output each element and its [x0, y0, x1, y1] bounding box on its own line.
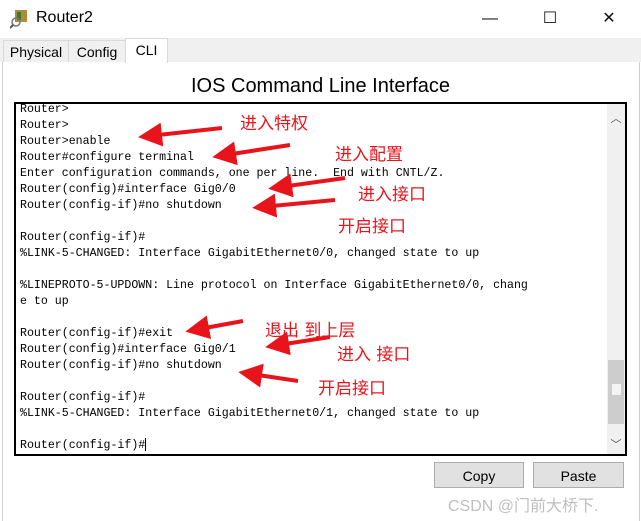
annotation-label: 开启接口: [338, 217, 406, 237]
close-button[interactable]: ✕: [586, 6, 632, 32]
tab-config[interactable]: Config: [68, 40, 126, 62]
terminal-output[interactable]: Router> Router> Router>enable Router#config…: [14, 102, 627, 456]
terminal-line: %LINEPROTO-5-UPDOWN: Line protocol on In…: [20, 279, 528, 292]
terminal-line: Router>enable: [20, 135, 111, 148]
terminal-line: Router(config-if)#: [20, 438, 147, 452]
page-title: IOS Command Line Interface: [190, 75, 450, 97]
annotation-label: 进入 接口: [337, 345, 411, 365]
scroll-up-icon[interactable]: ︿: [610, 110, 622, 125]
annotation-label: 退出 到上层: [265, 321, 356, 341]
terminal-line: Enter configuration commands, one per li…: [20, 167, 445, 180]
watermark: CSDN @门前大桥下.: [448, 498, 599, 515]
annotation-label: 进入特权: [240, 114, 308, 134]
terminal-line: Router(config-if)#: [20, 391, 146, 404]
scrollbar-thumb[interactable]: [608, 359, 624, 424]
router-icon: [10, 10, 27, 29]
paste-button[interactable]: Paste: [533, 462, 624, 488]
scroll-down-icon[interactable]: ﹀: [610, 436, 622, 451]
annotation-label: 开启接口: [318, 379, 386, 399]
terminal-line: Router(config)#interface Gig0/0: [20, 183, 236, 196]
terminal-line: Router(config)#interface Gig0/1: [20, 343, 236, 356]
terminal-line: %LINK-5-CHANGED: Interface GigabitEthern…: [20, 407, 480, 420]
annotation-label: 进入配置: [335, 145, 403, 165]
terminal-lines: Router> Router> Router>enable Router#config…: [20, 104, 528, 454]
maximize-button[interactable]: ☐: [527, 6, 573, 32]
terminal-line: Router(config-if)#no shutdown: [20, 359, 222, 372]
scrollbar[interactable]: ︿ ﹀: [607, 104, 625, 454]
copy-button[interactable]: Copy: [434, 462, 524, 488]
terminal-line: e to up: [20, 295, 69, 308]
annotation-label: 进入接口: [358, 185, 426, 205]
terminal-line: Router#configure terminal: [20, 151, 194, 164]
window-title: Router2: [36, 9, 93, 26]
minimize-button[interactable]: —: [467, 6, 513, 32]
tab-cli[interactable]: CLI: [125, 38, 168, 63]
grip-icon: [612, 383, 621, 395]
terminal-line: %LINK-5-CHANGED: Interface GigabitEthern…: [20, 247, 480, 260]
tab-physical[interactable]: Physical: [3, 40, 69, 62]
terminal-line: Router(config-if)#: [20, 231, 146, 244]
text-cursor: [145, 438, 147, 452]
terminal-line: Router(config-if)#no shutdown: [20, 199, 222, 212]
